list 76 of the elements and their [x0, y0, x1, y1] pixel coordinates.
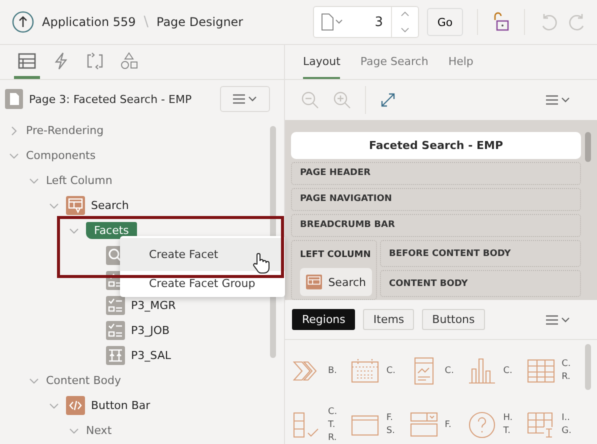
region-type-label: R. — [562, 371, 571, 384]
page-name: Page 3: Faceted Search - EMP — [29, 92, 193, 106]
gallery-tab[interactable]: Buttons — [422, 309, 485, 330]
code-icon — [66, 396, 85, 415]
calendar-icon[interactable] — [351, 357, 380, 385]
gallery-tab[interactable]: Items — [363, 309, 414, 330]
tree-node[interactable]: Pre-Rendering — [26, 122, 104, 139]
page-title-bar: Faceted Search - EMP — [291, 132, 581, 159]
scrollbar[interactable] — [585, 132, 591, 162]
region-type-label: F. — [386, 412, 394, 425]
page-icon — [5, 89, 23, 109]
unlock-icon[interactable] — [492, 12, 510, 32]
tree-node[interactable]: Facets — [86, 222, 137, 239]
region-type-label: C. — [328, 406, 338, 418]
tab[interactable]: Layout — [303, 45, 340, 79]
form-icon[interactable] — [410, 411, 438, 439]
region-type-label: B. — [328, 364, 338, 378]
range-icon — [106, 346, 125, 365]
shapes-icon — [120, 52, 138, 70]
region-type-label: R. — [328, 432, 338, 444]
region-type-label: T. — [328, 418, 336, 432]
region-name: Search — [328, 276, 366, 288]
menu-icon[interactable] — [545, 314, 571, 326]
tree-node[interactable]: P3_SAL — [131, 347, 171, 364]
tree-node[interactable]: Components — [26, 147, 96, 164]
tab[interactable]: Help — [448, 45, 474, 79]
hand-cursor-icon — [252, 252, 270, 274]
region-type-label: I.. — [562, 412, 571, 425]
region-type-label: H. — [503, 412, 513, 425]
lightning-icon — [52, 52, 70, 70]
tree-node[interactable]: Next — [86, 422, 112, 439]
breadcrumb-separator: \ — [144, 14, 148, 30]
tree-node[interactable]: Search — [91, 197, 129, 214]
filter-table-icon — [66, 196, 85, 215]
grid-icon[interactable] — [526, 357, 555, 385]
checklist-icon — [106, 321, 125, 340]
layout-slot[interactable]: CONTENT BODY — [380, 270, 581, 297]
region-type-label: C. — [562, 358, 571, 371]
region-card[interactable]: Search — [300, 268, 372, 296]
zoom-in-icon[interactable] — [333, 91, 351, 109]
menu-icon — [232, 93, 258, 105]
page-selector[interactable]: 3 — [313, 6, 419, 38]
region-type-label: S. — [386, 425, 395, 438]
chart-icon[interactable] — [468, 357, 496, 385]
tree-node[interactable]: P3_JOB — [131, 322, 170, 339]
region-type-label: C. — [386, 364, 396, 378]
help-icon[interactable] — [468, 411, 496, 439]
slot-label: LEFT COLUMN — [300, 250, 371, 260]
tree-node[interactable]: Button Bar — [91, 397, 150, 414]
menu-item[interactable]: Create Facet — [120, 238, 285, 271]
layout-slot[interactable]: BREADCRUMB BAR — [291, 214, 581, 237]
expand-icon[interactable] — [380, 92, 396, 108]
cycle-icon — [86, 52, 104, 70]
menu-icon[interactable] — [545, 94, 571, 106]
gallery-tab[interactable]: Regions — [292, 309, 356, 330]
filter-table-icon — [306, 272, 322, 292]
region-type-label: C. — [444, 364, 454, 378]
zoom-out-icon[interactable] — [301, 91, 319, 109]
menu-button[interactable] — [220, 86, 270, 112]
tree-node[interactable]: Left Column — [46, 172, 112, 189]
layout-slot[interactable]: PAGE HEADER — [291, 162, 581, 185]
region-type-label: T. — [503, 425, 512, 438]
page-number-field[interactable]: 3 — [346, 14, 391, 30]
region-type-label: F. — [444, 418, 452, 432]
tab[interactable]: Page Search — [360, 45, 428, 79]
tree-node[interactable]: P3_MGR — [131, 297, 176, 314]
layout-slot[interactable]: BEFORE CONTENT BODY — [380, 240, 581, 267]
go-button[interactable]: Go — [427, 8, 463, 36]
table-icon — [18, 52, 36, 68]
tree-node[interactable]: Content Body — [46, 372, 122, 389]
layout-slot[interactable]: PAGE NAVIGATION — [291, 188, 581, 211]
app-link[interactable]: Application 559 — [42, 15, 136, 29]
page-title: Page Designer — [156, 15, 244, 29]
region-type-label: G. — [562, 425, 572, 438]
scrollbar[interactable] — [585, 344, 591, 390]
region-type-label: C. — [503, 364, 512, 378]
